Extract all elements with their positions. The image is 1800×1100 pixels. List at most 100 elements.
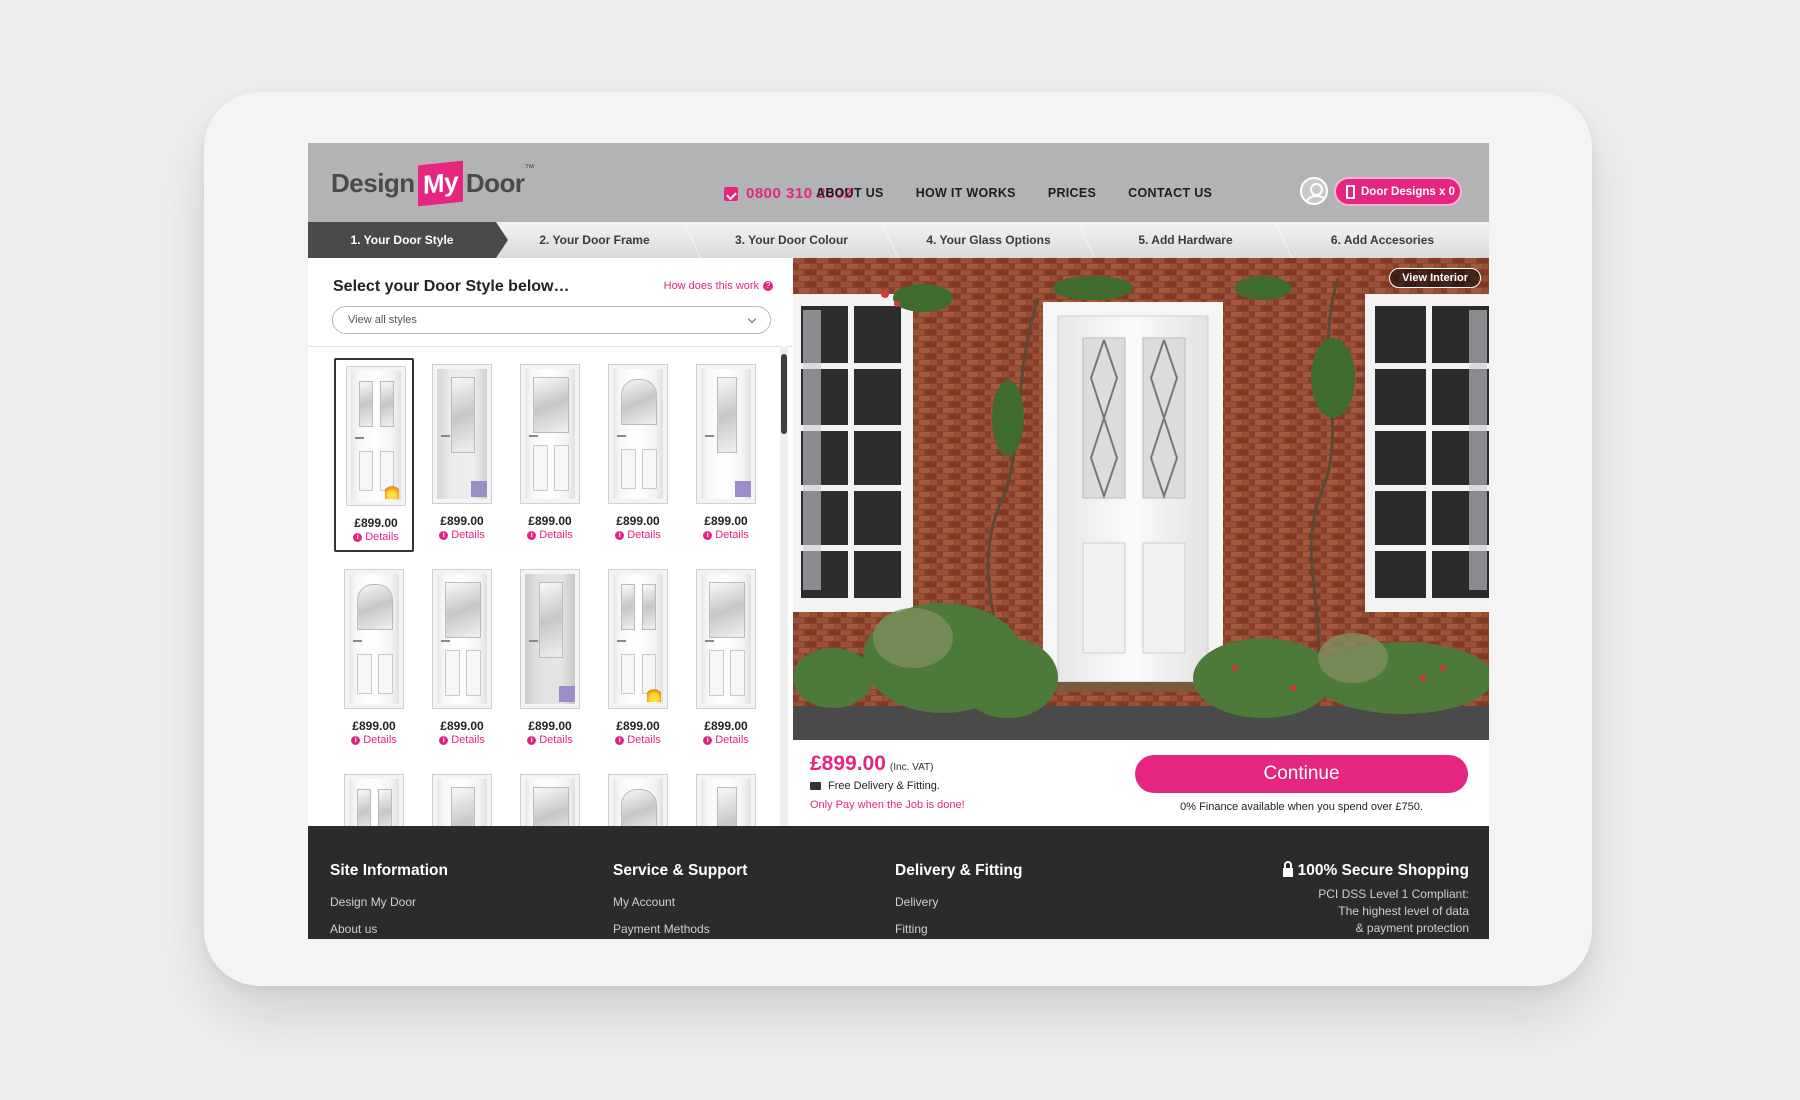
door-option[interactable]: £899.00 i Details — [422, 358, 502, 552]
details-link[interactable]: i Details — [422, 734, 502, 746]
finance-note: 0% Finance available when you spend over… — [1180, 801, 1423, 813]
footer-service-support: Service & Support My Account Payment Met… — [613, 862, 747, 939]
details-link[interactable]: i Details — [422, 529, 502, 541]
step-add-accessories[interactable]: 6. Add Accesories — [1284, 222, 1481, 258]
step-glass-options[interactable]: 4. Your Glass Options — [890, 222, 1096, 258]
info-icon: i — [353, 532, 363, 542]
door-thumbnail — [344, 774, 404, 826]
door-option[interactable] — [686, 768, 766, 826]
info-icon: i — [527, 735, 537, 745]
door-price: £899.00 — [352, 719, 396, 733]
door-option[interactable] — [510, 768, 590, 826]
delivery-text: Free Delivery & Fitting. — [828, 780, 940, 792]
door-option[interactable]: £899.00 i Details — [334, 563, 414, 757]
door-option[interactable] — [598, 768, 678, 826]
door-option[interactable] — [422, 768, 502, 826]
details-label: Details — [363, 734, 397, 746]
phone-icon — [724, 186, 738, 201]
footer-link[interactable]: Design My Door — [330, 895, 448, 909]
divider — [308, 346, 793, 347]
door-option[interactable]: £899.00 i Details — [510, 358, 590, 552]
price-value: £899.00 — [810, 752, 886, 775]
details-label: Details — [715, 734, 749, 746]
logo-tm: ™ — [524, 163, 534, 174]
footer-link[interactable]: Delivery — [895, 895, 1022, 909]
footer-link[interactable]: About us — [330, 922, 448, 936]
info-icon: i — [351, 735, 361, 745]
info-icon: i — [615, 735, 625, 745]
step-label: 4. Your Glass Options — [926, 233, 1051, 247]
details-label: Details — [715, 529, 749, 541]
door-price: £899.00 — [528, 514, 572, 528]
info-icon: i — [439, 530, 449, 540]
continue-button[interactable]: Continue — [1135, 755, 1468, 793]
step-door-frame[interactable]: 2. Your Door Frame — [496, 222, 702, 258]
nav-prices[interactable]: PRICES — [1048, 186, 1096, 200]
step-add-hardware[interactable]: 5. Add Hardware — [1087, 222, 1293, 258]
details-link[interactable]: i Details — [686, 734, 766, 746]
logo-door: Door — [465, 167, 525, 198]
door-option[interactable]: £899.00 i Details — [598, 358, 678, 552]
details-link[interactable]: i Details — [334, 734, 414, 746]
truck-icon — [810, 782, 821, 790]
details-link[interactable]: i Details — [510, 734, 590, 746]
door-option[interactable]: £899.00 i Details — [334, 358, 414, 552]
footer-heading: Delivery & Fitting — [895, 862, 1023, 879]
door-price: £899.00 — [528, 719, 572, 733]
footer-link[interactable]: Payment Methods — [613, 922, 747, 936]
footer-secure-shopping: 100% Secure Shopping PCI DSS Level 1 Com… — [1282, 861, 1469, 937]
scrollbar[interactable] — [780, 346, 788, 826]
account-icon[interactable] — [1300, 177, 1328, 205]
door-option[interactable]: £899.00 i Details — [686, 563, 766, 757]
door-thumbnail — [520, 364, 580, 504]
secure-title: 100% Secure Shopping — [1297, 862, 1469, 879]
nav-contact-us[interactable]: CONTACT US — [1128, 186, 1212, 200]
door-option[interactable]: £899.00 i Details — [686, 358, 766, 552]
door-thumbnail — [432, 364, 492, 504]
door-option[interactable]: £899.00 i Details — [598, 563, 678, 757]
door-thumbnail — [696, 364, 756, 504]
secured-by-design-icon — [559, 686, 575, 702]
door-thumbnail — [520, 569, 580, 709]
details-link[interactable]: i Details — [598, 529, 678, 541]
style-filter-dropdown[interactable]: View all styles — [332, 306, 771, 334]
step-door-colour[interactable]: 3. Your Door Colour — [693, 222, 899, 258]
nav-about-us[interactable]: ABOUT US — [816, 186, 884, 200]
details-link[interactable]: i Details — [510, 529, 590, 541]
details-label: Details — [627, 734, 661, 746]
details-label: Details — [539, 529, 573, 541]
step-label: 1. Your Door Style — [350, 233, 454, 247]
selector-title: Select your Door Style below… — [333, 278, 570, 295]
main-nav: ABOUT US HOW IT WORKS PRICES CONTACT US — [816, 186, 1244, 200]
footer-link[interactable]: My Account — [613, 895, 747, 909]
door-icon — [1346, 184, 1355, 199]
door-preview-image: View Interior — [793, 258, 1489, 740]
footer-link[interactable]: Fitting — [895, 922, 1022, 936]
door-price: £899.00 — [616, 514, 660, 528]
secure-line: PCI DSS Level 1 Compliant: — [1318, 887, 1469, 901]
step-door-style[interactable]: 1. Your Door Style — [308, 222, 508, 258]
header: Design My Door ™ 0800 310 2002 ABOUT US … — [308, 143, 1489, 222]
footer: Site Information Design My Door About us… — [308, 826, 1489, 939]
details-link[interactable]: i Details — [336, 531, 416, 543]
door-designs-button[interactable]: Door Designs x 0 — [1334, 177, 1462, 206]
details-link[interactable]: i Details — [598, 734, 678, 746]
door-price: £899.00 — [440, 719, 484, 733]
scrollbar-thumb[interactable] — [781, 354, 787, 434]
how-it-works-link[interactable]: How does this work ? — [664, 280, 773, 292]
nav-how-it-works[interactable]: HOW IT WORKS — [916, 186, 1016, 200]
door-option[interactable]: £899.00 i Details — [422, 563, 502, 757]
logo[interactable]: Design My Door ™ — [331, 157, 534, 209]
details-label: Details — [627, 529, 661, 541]
details-label: Details — [451, 734, 485, 746]
footer-heading: Site Information — [330, 862, 448, 879]
door-thumbnail — [520, 774, 580, 826]
delivery-note: Free Delivery & Fitting. — [810, 780, 940, 792]
details-label: Details — [451, 529, 485, 541]
secured-by-design-icon — [471, 481, 487, 497]
view-interior-button[interactable]: View Interior — [1389, 268, 1481, 288]
door-option[interactable]: £899.00 i Details — [510, 563, 590, 757]
door-option[interactable] — [334, 768, 414, 826]
help-icon: ? — [763, 281, 773, 291]
details-link[interactable]: i Details — [686, 529, 766, 541]
